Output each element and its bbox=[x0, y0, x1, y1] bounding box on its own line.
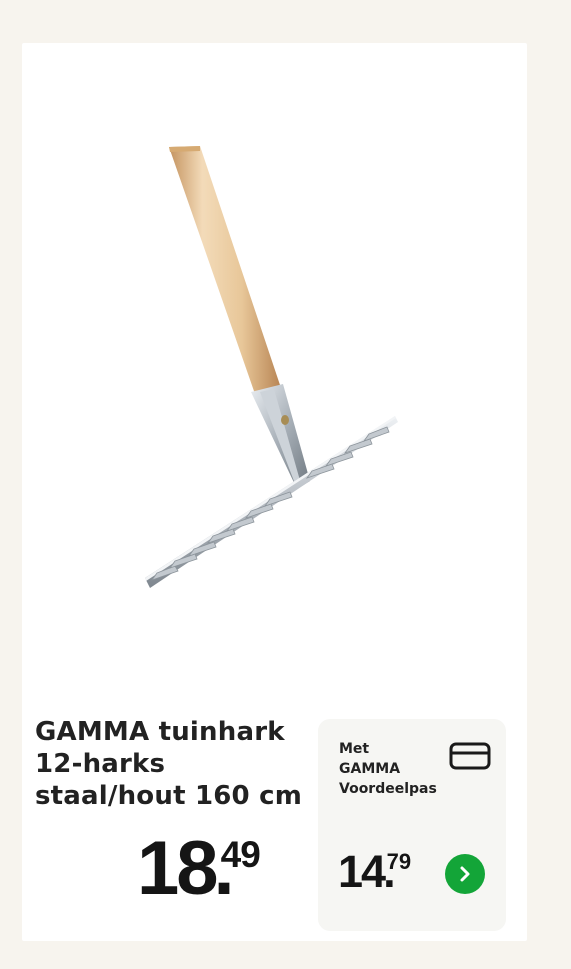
loyalty-label: Met GAMMA Voordeelpas bbox=[339, 741, 437, 797]
credit-card-icon bbox=[449, 742, 491, 770]
loyalty-price-cents: 79 bbox=[386, 849, 412, 874]
price-main: 18 bbox=[137, 826, 219, 911]
price-cents: 49 bbox=[220, 834, 261, 875]
loyalty-price: 14.79 bbox=[338, 847, 411, 897]
regular-price: 18.49 bbox=[137, 826, 261, 911]
loyalty-price-main: 14 bbox=[338, 846, 386, 897]
product-title: GAMMA tuinhark 12-harks staal/hout 160 c… bbox=[35, 717, 302, 811]
go-to-product-button[interactable] bbox=[445, 854, 485, 894]
product-card[interactable]: GAMMA tuinhark 12-harks staal/hout 160 c… bbox=[22, 43, 527, 941]
chevron-right-icon bbox=[460, 866, 470, 882]
rake-image bbox=[145, 146, 398, 588]
loyalty-price-box[interactable]: Met GAMMA Voordeelpas 14.79 bbox=[318, 719, 506, 931]
